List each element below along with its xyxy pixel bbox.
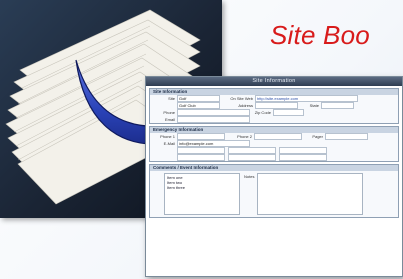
field-label: Phone 1 — [160, 134, 175, 139]
form-row — [150, 154, 398, 161]
phone-field[interactable] — [177, 109, 250, 116]
field-label: On Site Web — [230, 96, 253, 101]
form-row: Email — [150, 116, 398, 123]
comments-section: Comments / Event Information Item one It… — [149, 164, 399, 218]
zip-field[interactable] — [273, 109, 304, 116]
address-field[interactable] — [255, 102, 298, 109]
site-info-form: Site Information Site Information Site G… — [145, 76, 403, 277]
state-field[interactable] — [321, 102, 354, 109]
list-item[interactable]: Item three — [167, 185, 237, 190]
contact-field[interactable] — [279, 154, 327, 161]
comments-list[interactable]: Item one Item two Item three — [164, 173, 240, 215]
contact-field[interactable] — [228, 154, 276, 161]
field-label: E-Mail — [163, 141, 175, 146]
emergency-email-field[interactable]: info@example.com — [177, 140, 250, 147]
contact-field[interactable] — [228, 147, 276, 154]
form-row: Site Golf On Site Web http://site.exampl… — [150, 95, 398, 102]
field-label: State — [309, 103, 319, 108]
phone2-field[interactable] — [254, 133, 302, 140]
phone1-field[interactable] — [177, 133, 225, 140]
field-label: Address — [238, 103, 253, 108]
site-name-field[interactable]: Golf Club — [177, 102, 220, 109]
field-label: Phone 2 — [237, 134, 252, 139]
field-label: Pager — [312, 134, 323, 139]
field-label: Phone — [163, 110, 175, 115]
site-info-section: Site Information Site Golf On Site Web h… — [149, 88, 399, 124]
field-label: Notes — [244, 174, 255, 179]
contact-field[interactable] — [177, 154, 225, 161]
notes-field[interactable] — [257, 173, 364, 215]
form-row: E-Mail info@example.com — [150, 140, 398, 147]
pager-field[interactable] — [325, 133, 368, 140]
form-row — [150, 147, 398, 154]
form-titlebar: Site Information — [146, 77, 402, 86]
field-label: Zip Code — [254, 110, 271, 115]
site-field[interactable]: Golf — [177, 95, 220, 102]
site-url-link[interactable]: http://site.example.com — [255, 95, 358, 102]
email-field[interactable] — [177, 116, 250, 123]
field-label: Site — [168, 96, 175, 101]
comments-body: Item one Item two Item three Notes — [150, 171, 398, 217]
form-row: Phone Zip Code — [150, 109, 398, 116]
emergency-section: Emergency Information Phone 1 Phone 2 Pa… — [149, 126, 399, 162]
field-label: Email — [164, 117, 175, 122]
form-row: Golf Club Address State — [150, 102, 398, 109]
form-row: Phone 1 Phone 2 Pager — [150, 133, 398, 140]
contact-field[interactable] — [279, 147, 327, 154]
contact-field[interactable] — [177, 147, 225, 154]
page-title: Site Boo — [270, 20, 370, 50]
